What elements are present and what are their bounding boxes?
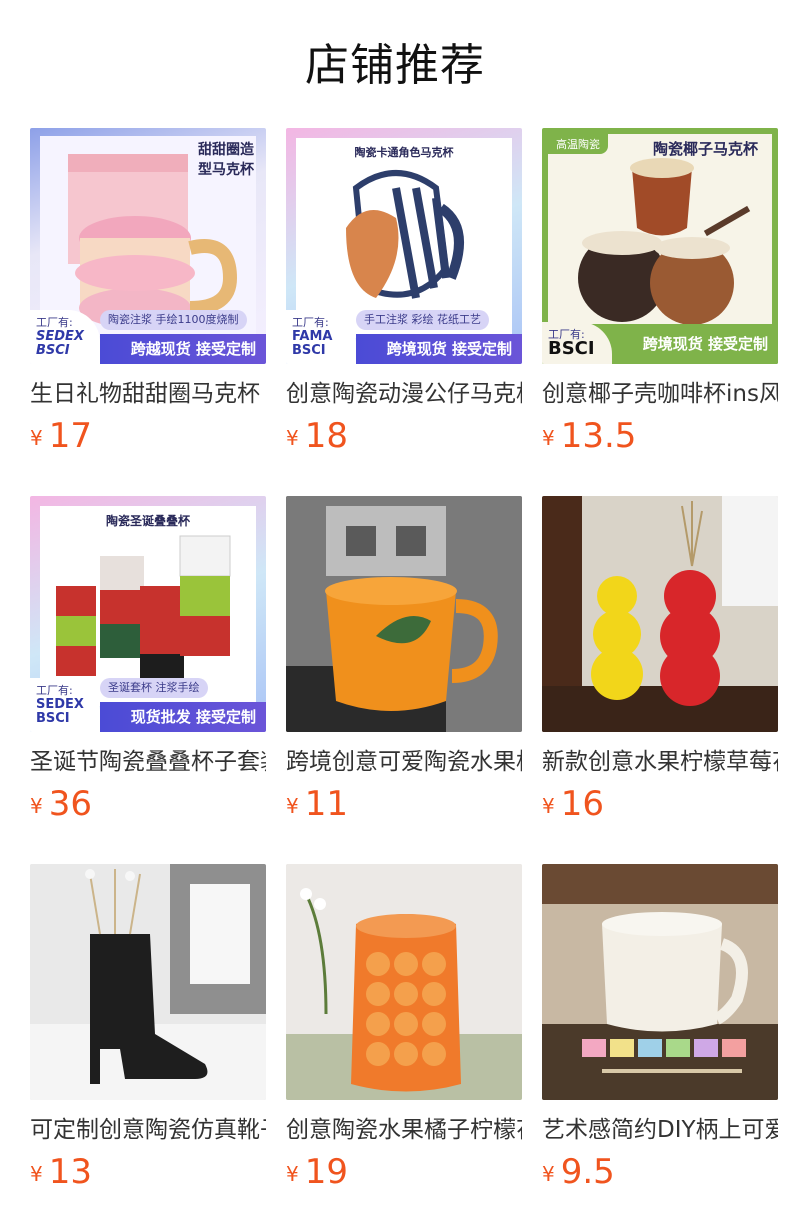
badge-cert-2: BSCI xyxy=(292,343,326,358)
product-image[interactable]: 高温陶瓷 陶瓷椰子马克杯 工厂有: BSCI 跨境现货 接受定制 xyxy=(542,128,778,364)
price-value: 36 xyxy=(48,784,92,824)
price-value: 11 xyxy=(304,784,348,824)
banner-title: 陶瓷椰子马克杯 xyxy=(652,140,758,158)
factory-badge: 工厂有: FAMA BSCI xyxy=(286,310,356,364)
banner-bar: 跨越现货 接受定制 xyxy=(100,334,266,364)
price-value: 17 xyxy=(48,416,92,456)
product-image[interactable]: 甜甜圈造 型马克杯 陶瓷注浆 手绘1100度烧制 工厂有: SEDEX BSCI… xyxy=(30,128,266,364)
banner-tag: 高温陶瓷 xyxy=(548,134,608,154)
currency-symbol: ¥ xyxy=(30,1162,43,1186)
product-image[interactable] xyxy=(542,496,778,732)
product-price: ¥17 xyxy=(30,414,92,458)
badge-cert-1: SEDEX xyxy=(36,697,84,712)
product-name[interactable]: 圣诞节陶瓷叠叠杯子套装 xyxy=(30,746,266,778)
product-price: ¥13.5 xyxy=(542,414,636,458)
badge-cert-1: FAMA xyxy=(292,329,333,344)
banner-pill: 陶瓷注浆 手绘1100度烧制 xyxy=(100,310,247,330)
product-name[interactable]: 生日礼物甜甜圈马克杯 xyxy=(30,378,266,410)
factory-badge: 工厂有: BSCI xyxy=(542,322,612,364)
product-price: ¥18 xyxy=(286,414,348,458)
product-price: ¥36 xyxy=(30,782,92,826)
badge-label: 工厂有: xyxy=(36,316,73,329)
product-image[interactable] xyxy=(542,864,778,1100)
product-price: ¥9.5 xyxy=(542,1150,615,1194)
diy-mug-photo xyxy=(542,864,778,1100)
price-value: 19 xyxy=(304,1152,348,1192)
product-price: ¥16 xyxy=(542,782,604,826)
product-name[interactable]: 创意椰子壳咖啡杯ins风 xyxy=(542,378,778,410)
badge-cert-2: BSCI xyxy=(36,711,70,726)
currency-symbol: ¥ xyxy=(542,426,555,450)
currency-symbol: ¥ xyxy=(542,794,555,818)
banner-bar: 跨境现货 接受定制 xyxy=(612,324,778,364)
product-name[interactable]: 新款创意水果柠檬草莓花瓶 xyxy=(542,746,778,778)
product-name[interactable]: 可定制创意陶瓷仿真靴子花瓶 xyxy=(30,1114,266,1146)
orange-vase-photo xyxy=(286,864,522,1100)
product-name[interactable]: 艺术感简约DIY柄上可爱马克杯 xyxy=(542,1114,778,1146)
badge-cert-1: SEDEX xyxy=(36,329,84,344)
badge-cert-2: BSCI xyxy=(36,343,70,358)
banner-bar: 现货批发 接受定制 xyxy=(100,702,266,732)
factory-badge: 工厂有: SEDEX BSCI xyxy=(30,678,100,732)
currency-symbol: ¥ xyxy=(30,426,43,450)
badge-label: 工厂有: xyxy=(292,316,329,329)
price-value: 9.5 xyxy=(560,1152,615,1192)
badge-cert-1: BSCI xyxy=(548,338,595,359)
banner-title-line-2: 型马克杯 xyxy=(198,162,254,178)
price-value: 16 xyxy=(560,784,604,824)
orange-mug-photo xyxy=(286,496,522,732)
section-title: 店铺推荐 xyxy=(305,40,485,91)
currency-symbol: ¥ xyxy=(542,1162,555,1186)
product-image[interactable]: 陶瓷圣诞叠叠杯 圣诞套杯 注浆手绘 工厂有: SEDEX BSCI 现货批发 接… xyxy=(30,496,266,732)
currency-symbol: ¥ xyxy=(286,1162,299,1186)
banner-pill: 圣诞套杯 注浆手绘 xyxy=(100,678,208,698)
currency-symbol: ¥ xyxy=(30,794,43,818)
product-image[interactable] xyxy=(30,864,266,1100)
product-image[interactable] xyxy=(286,496,522,732)
banner-title: 陶瓷卡通角色马克杯 xyxy=(354,146,454,159)
boot-vase-photo xyxy=(30,864,266,1100)
product-price: ¥19 xyxy=(286,1150,348,1194)
badge-label: 工厂有: xyxy=(36,684,73,697)
product-image[interactable]: 陶瓷卡通角色马克杯 手工注浆 彩绘 花纸工艺 工厂有: FAMA BSCI 跨境… xyxy=(286,128,522,364)
product-name[interactable]: 创意陶瓷水果橘子柠檬花瓶 xyxy=(286,1114,522,1146)
product-name[interactable]: 创意陶瓷动漫公仔马克杯 xyxy=(286,378,522,410)
banner-title-line-1: 甜甜圈造 xyxy=(198,142,254,158)
price-value: 13 xyxy=(48,1152,92,1192)
banner-pill: 手工注浆 彩绘 花纸工艺 xyxy=(356,310,489,330)
product-price: ¥13 xyxy=(30,1150,92,1194)
price-value: 13.5 xyxy=(560,416,637,456)
product-image[interactable] xyxy=(286,864,522,1100)
currency-symbol: ¥ xyxy=(286,426,299,450)
price-value: 18 xyxy=(304,416,348,456)
currency-symbol: ¥ xyxy=(286,794,299,818)
factory-badge: 工厂有: SEDEX BSCI xyxy=(30,310,100,364)
banner-bar: 跨境现货 接受定制 xyxy=(356,334,522,364)
product-name[interactable]: 跨境创意可爱陶瓷水果杯 xyxy=(286,746,522,778)
banner-title: 陶瓷圣诞叠叠杯 xyxy=(105,514,190,528)
product-price: ¥11 xyxy=(286,782,348,826)
fruit-vases-photo xyxy=(542,496,778,732)
